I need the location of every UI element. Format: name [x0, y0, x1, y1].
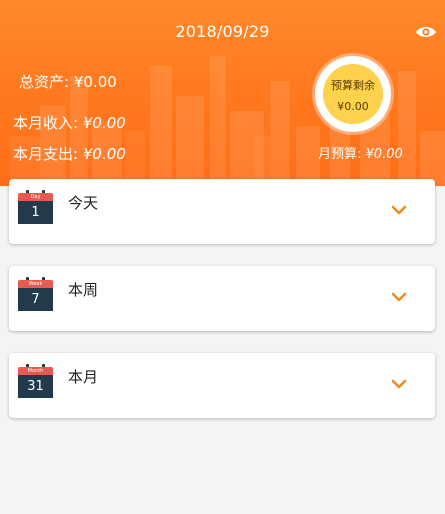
card-today[interactable]: Day 1 今天	[9, 179, 435, 244]
total-assets-label: 总资产:	[19, 73, 70, 91]
month-budget-value: ¥0.00	[365, 147, 403, 162]
calendar-icon: Month 31	[18, 364, 53, 398]
month-expense-value: ¥0.00	[82, 145, 126, 163]
calendar-icon: Week 7	[18, 277, 53, 311]
eye-icon[interactable]	[415, 22, 437, 42]
chevron-down-icon[interactable]	[391, 379, 407, 389]
card-title: 本周	[68, 281, 99, 299]
calendar-tag: Day	[18, 193, 53, 201]
calendar-number: 7	[18, 288, 53, 311]
calendar-number: 31	[18, 375, 53, 398]
budget-remaining-value: ¥0.00	[337, 100, 369, 113]
calendar-tag: Week	[18, 280, 53, 288]
budget-remaining-inner: 预算剩余 ¥0.00	[323, 64, 383, 124]
card-title: 本月	[68, 368, 99, 386]
card-title: 今天	[68, 194, 99, 212]
budget-remaining-title: 预算剩余	[331, 79, 375, 92]
calendar-number: 1	[18, 201, 53, 224]
calendar-tag: Month	[18, 367, 53, 375]
total-assets-value: ¥0.00	[73, 73, 117, 91]
summary-header: 2018/09/29 总资产: ¥0.00 本月收入: ¥0.00 本月支出: …	[0, 0, 445, 186]
month-budget: 月预算: ¥0.00	[318, 143, 403, 162]
card-this-month[interactable]: Month 31 本月	[9, 353, 435, 418]
month-income-value: ¥0.00	[82, 114, 126, 132]
month-budget-label: 月预算:	[318, 147, 362, 162]
chevron-down-icon[interactable]	[391, 205, 407, 215]
chevron-down-icon[interactable]	[391, 292, 407, 302]
month-income: 本月收入: ¥0.00	[13, 112, 126, 133]
card-this-week[interactable]: Week 7 本周	[9, 266, 435, 331]
current-date: 2018/09/29	[175, 22, 270, 41]
month-income-label: 本月收入:	[13, 114, 79, 132]
calendar-icon: Day 1	[18, 190, 53, 224]
month-expense-label: 本月支出:	[13, 145, 79, 163]
budget-remaining-badge[interactable]: 预算剩余 ¥0.00	[315, 56, 391, 132]
month-expense: 本月支出: ¥0.00	[13, 143, 126, 164]
total-assets: 总资产: ¥0.00	[19, 71, 117, 92]
